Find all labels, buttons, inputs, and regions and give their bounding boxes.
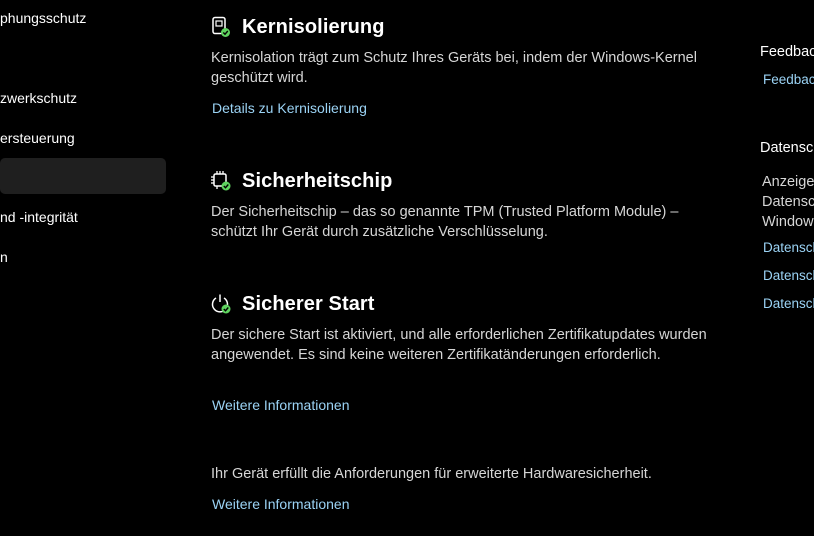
privacy-link[interactable]: Datensch xyxy=(763,240,814,255)
section-title: Sicherer Start xyxy=(242,292,375,315)
core-isolation-details-link[interactable]: Details zu Kernisolierung xyxy=(212,100,367,116)
secure-boot-more-info-link[interactable]: Weitere Informationen xyxy=(212,397,349,413)
privacy-link[interactable]: Datensch xyxy=(763,296,814,311)
secure-boot-icon xyxy=(210,293,232,315)
privacy-text-line: Anzeige xyxy=(762,174,814,190)
privacy-text-line: Datensc xyxy=(762,194,814,210)
privacy-link[interactable]: Datensch xyxy=(763,268,814,283)
right-panel: Feedback Feedback Datensc Anzeige Datens… xyxy=(760,0,814,536)
feedback-link[interactable]: Feedback xyxy=(763,72,814,87)
section-description: Kernisolation trägt zum Schutz Ihres Ger… xyxy=(211,50,697,86)
section-title: Sicherheitschip xyxy=(242,169,393,192)
section-header-core-isolation: Kernisolierung xyxy=(210,13,385,41)
privacy-heading: Datensc xyxy=(760,140,814,156)
section-description: Der Sicherheitschip – das so genannte TP… xyxy=(211,204,679,240)
section-header-secure-boot: Sicherer Start xyxy=(210,290,375,318)
section-title: Kernisolierung xyxy=(242,15,385,38)
security-chip-icon xyxy=(210,170,232,192)
hardware-security-status: Ihr Gerät erfüllt die Anforderungen für … xyxy=(211,466,652,482)
core-isolation-icon xyxy=(210,16,232,38)
main-content: Kernisolierung Kernisolation trägt zum S… xyxy=(0,0,740,536)
section-header-security-chip: Sicherheitschip xyxy=(210,167,392,195)
hardware-more-info-link[interactable]: Weitere Informationen xyxy=(212,496,349,512)
section-description: Der sichere Start ist aktiviert, und all… xyxy=(211,327,707,363)
privacy-text-line: Window xyxy=(762,214,814,230)
feedback-heading: Feedback xyxy=(760,44,814,60)
